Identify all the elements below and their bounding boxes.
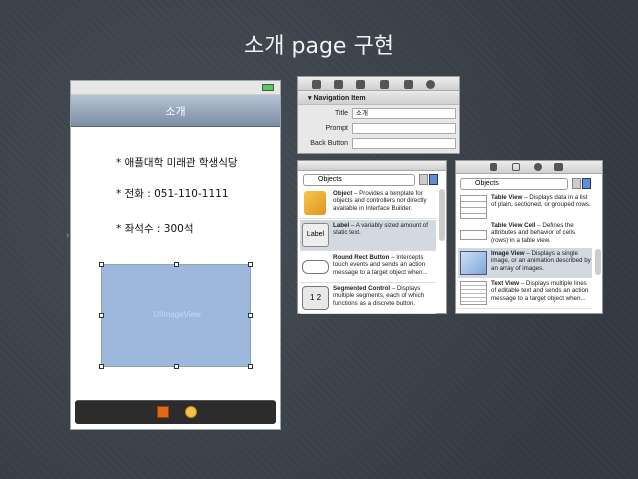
info-line-phone: * 전화 : 051-110-1111 [116, 188, 229, 200]
image-view[interactable]: UIImageView [101, 264, 251, 367]
status-bar [71, 81, 280, 95]
list-view-icon[interactable] [582, 178, 591, 189]
resize-handle[interactable] [248, 364, 253, 369]
list-item[interactable]: Object – Provides a template for objects… [300, 188, 436, 219]
resize-handle[interactable] [248, 262, 253, 267]
round-rect-button-icon [302, 260, 329, 274]
library-toolbar [456, 161, 602, 174]
file-icon[interactable] [312, 80, 321, 89]
section-header[interactable]: ▾ Navigation Item [298, 93, 459, 105]
scrollbar[interactable] [439, 189, 445, 241]
image-view-icon [460, 251, 487, 275]
back-button-field[interactable] [352, 138, 456, 149]
object-library: Objects Object – Provides a template for… [297, 160, 447, 314]
table-view-icon [460, 195, 487, 219]
info-line-name: * 애플대학 미래관 학생식당 [116, 157, 238, 169]
list-view-icon[interactable] [429, 174, 438, 185]
file-template-icon[interactable] [490, 163, 497, 171]
title-field[interactable]: 소개 [352, 108, 456, 119]
resize-handle[interactable] [174, 262, 179, 267]
resize-handle[interactable] [99, 313, 104, 318]
back-button-label: Back Button [310, 140, 348, 147]
library-toolbar [298, 161, 446, 171]
object-library-right: Objects Table View – Displays data in a … [455, 160, 603, 314]
prompt-label: Prompt [325, 125, 348, 132]
label-icon: Label [302, 223, 329, 247]
slide-title: 소개 page 구현 [244, 34, 394, 59]
inspector-toolbar [298, 77, 459, 91]
connections-icon[interactable] [426, 80, 435, 89]
list-item[interactable]: Image View – Displays a single image, or… [458, 248, 592, 279]
resize-handle[interactable] [99, 262, 104, 267]
object-icon[interactable] [534, 163, 542, 171]
title-label: Title [335, 110, 348, 117]
prompt-field[interactable] [352, 123, 456, 134]
attributes-icon[interactable] [380, 80, 389, 89]
view-controller-icon[interactable] [185, 406, 197, 418]
list-item[interactable]: Round Rect Button – Intercepts touch eve… [300, 252, 436, 283]
scrollbar[interactable] [595, 249, 601, 275]
list-item[interactable]: Table View – Displays data in a list of … [458, 192, 592, 223]
chevron-right-icon: › [66, 230, 70, 241]
grid-view-icon[interactable] [572, 178, 581, 189]
segmented-control-icon: 1 2 [302, 286, 329, 310]
text-view-icon [460, 281, 487, 305]
image-view-label: UIImageView [153, 310, 201, 319]
resize-handle[interactable] [174, 364, 179, 369]
library-selector[interactable]: Objects [460, 178, 568, 190]
grid-view-icon[interactable] [419, 174, 428, 185]
scene-dock [75, 400, 276, 424]
code-snippet-icon[interactable] [512, 163, 520, 171]
first-responder-cube-icon[interactable] [157, 406, 169, 418]
iphone-simulator: 소개 * 애플대학 미래관 학생식당 * 전화 : 051-110-1111 *… [70, 80, 281, 430]
battery-icon [262, 84, 274, 91]
list-item[interactable]: Text View – Displays multiple lines of e… [458, 278, 592, 309]
cube-icon [304, 191, 326, 215]
resize-handle[interactable] [248, 313, 253, 318]
identity-icon[interactable] [356, 80, 365, 89]
size-icon[interactable] [404, 80, 413, 89]
resize-handle[interactable] [99, 364, 104, 369]
table-view-cell-icon [460, 230, 487, 240]
library-selector[interactable]: Objects [303, 174, 415, 186]
media-icon[interactable] [554, 163, 563, 171]
help-icon[interactable] [334, 80, 343, 89]
navigation-bar[interactable]: 소개 [71, 95, 280, 127]
list-item[interactable]: 1 2 Segmented Control – Displays multipl… [300, 283, 436, 314]
list-item[interactable]: Label Label – A variably sized amount of… [300, 220, 436, 251]
list-item[interactable]: Table View Cell – Defines the attributes… [458, 220, 592, 251]
attributes-inspector: ▾ Navigation Item Title 소개 Prompt Back B… [297, 76, 460, 154]
nav-title: 소개 [165, 105, 186, 118]
info-line-seats: * 좌석수 : 300석 [116, 223, 194, 235]
